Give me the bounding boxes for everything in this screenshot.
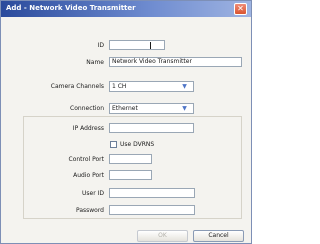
control-port-label: Control Port — [68, 156, 105, 163]
camera-channels-label: Camera Channels — [50, 83, 104, 90]
text-cursor — [150, 42, 151, 49]
chevron-down-icon[interactable]: ▼ — [180, 104, 189, 113]
ip-address-label: IP Address — [72, 125, 104, 132]
audio-port-field[interactable] — [109, 170, 152, 180]
dialog-title: Add - Network Video Transmitter — [6, 4, 136, 12]
name-label: Name — [86, 59, 104, 66]
cancel-button[interactable]: Cancel — [193, 230, 244, 242]
password-field[interactable] — [109, 205, 195, 215]
camera-channels-value: 1 CH — [112, 83, 127, 90]
close-icon: ✕ — [237, 4, 244, 13]
connection-select[interactable]: Ethernet ▼ — [109, 103, 194, 114]
use-dvrns-label: Use DVRNS — [120, 141, 155, 148]
chevron-down-icon[interactable]: ▼ — [180, 82, 189, 91]
title-bar[interactable]: Add - Network Video Transmitter ✕ — [1, 1, 251, 17]
audio-port-label: Audio Port — [73, 172, 104, 179]
ip-address-field[interactable] — [109, 123, 194, 133]
connection-value: Ethernet — [112, 105, 138, 112]
ok-button[interactable]: OK — [137, 230, 188, 242]
dialog-window: Add - Network Video Transmitter ✕ ID Nam… — [0, 0, 252, 244]
user-id-field[interactable] — [109, 188, 195, 198]
close-button[interactable]: ✕ — [234, 3, 247, 15]
id-field[interactable] — [109, 40, 165, 50]
user-id-label: User ID — [82, 190, 104, 197]
use-dvrns-checkbox[interactable] — [110, 141, 117, 148]
id-label: ID — [97, 42, 104, 49]
control-port-field[interactable] — [109, 154, 152, 164]
camera-channels-select[interactable]: 1 CH ▼ — [109, 81, 194, 92]
name-field[interactable]: Network Video Transmitter — [109, 57, 242, 67]
password-label: Password — [75, 207, 104, 214]
connection-label: Connection — [70, 105, 104, 112]
